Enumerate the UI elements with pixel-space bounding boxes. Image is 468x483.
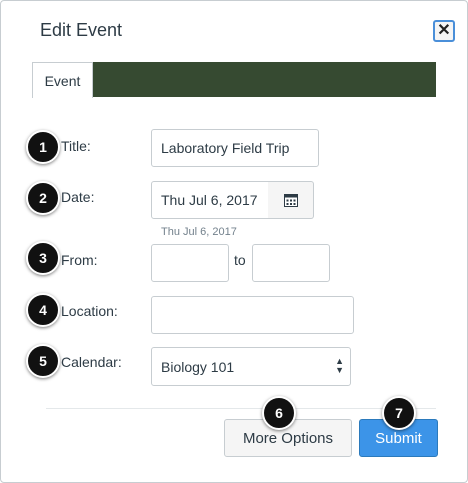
to-label: to: [234, 252, 246, 268]
date-picker-button[interactable]: [268, 181, 314, 219]
close-button[interactable]: ✕: [433, 20, 455, 42]
calendar-icon: [283, 194, 298, 207]
title-label: Title:: [61, 138, 91, 154]
callout-badge-5: 5: [26, 344, 60, 378]
to-time-input[interactable]: [252, 244, 330, 282]
calendar-select-value: Biology 101: [161, 359, 235, 375]
footer-divider: [46, 408, 436, 409]
callout-badge-7: 7: [382, 396, 416, 430]
date-label: Date:: [61, 189, 95, 205]
close-icon: ✕: [437, 22, 451, 39]
calendar-select[interactable]: Biology 101 ▲ ▼: [151, 347, 351, 386]
dialog-title: Edit Event: [40, 20, 123, 40]
callout-badge-6: 6: [262, 396, 296, 430]
location-input[interactable]: [151, 296, 354, 334]
callout-badge-1: 1: [26, 130, 60, 164]
callout-badge-2: 2: [26, 181, 60, 215]
edit-event-dialog: Edit Event ✕ Event 1 Title: 2 Date: Thu …: [0, 0, 468, 483]
callout-badge-3: 3: [26, 241, 60, 275]
submit-label: Submit: [375, 429, 422, 447]
date-input[interactable]: [151, 181, 269, 219]
tab-event[interactable]: Event: [32, 62, 93, 98]
calendar-label: Calendar:: [61, 354, 122, 370]
from-time-input[interactable]: [151, 244, 229, 282]
from-label: From:: [61, 252, 98, 268]
location-label: Location:: [61, 303, 118, 319]
title-input[interactable]: [151, 129, 319, 167]
select-arrows-icon: ▲ ▼: [335, 356, 344, 375]
tab-event-label: Event: [44, 72, 81, 89]
more-options-label: More Options: [242, 429, 334, 447]
callout-badge-4: 4: [26, 293, 60, 327]
date-hint: Thu Jul 6, 2017: [161, 226, 237, 238]
dialog-header: Edit Event ✕: [1, 1, 467, 61]
